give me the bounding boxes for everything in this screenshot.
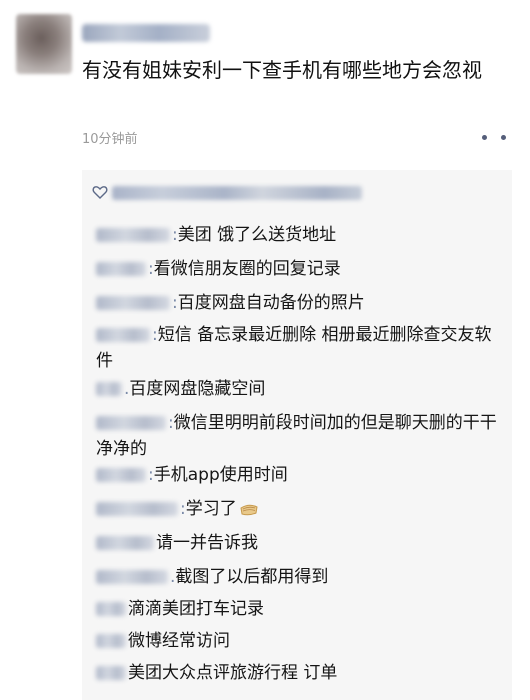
- commenter-name-blurred[interactable]: [96, 468, 146, 482]
- comment-text: 微博经常访问: [128, 631, 230, 651]
- comment-item[interactable]: 美团大众点评旅游行程 订单: [96, 660, 506, 686]
- commenter-name-blurred[interactable]: [96, 296, 170, 310]
- comment-item[interactable]: :短信 备忘录最近删除 相册最近删除查交友软件: [96, 322, 506, 374]
- commenter-name-blurred[interactable]: [96, 602, 126, 616]
- post-time: 10分钟前: [82, 132, 138, 147]
- commenter-name-blurred[interactable]: [96, 666, 126, 680]
- liker-names-blurred[interactable]: [112, 186, 362, 200]
- comment-text: 请一并告诉我: [156, 533, 258, 553]
- comment-text: 学习了: [185, 499, 237, 519]
- commenter-name-blurred[interactable]: [96, 634, 126, 648]
- comment-text: 美团 饿了么送货地址: [177, 225, 337, 245]
- comment-text: 截图了以后都用得到: [175, 567, 329, 587]
- comment-text: 手机app使用时间: [153, 465, 288, 485]
- comment-item[interactable]: .百度网盘隐藏空间: [96, 376, 506, 402]
- commenter-name-blurred[interactable]: [96, 382, 122, 396]
- commenter-name-blurred[interactable]: [96, 536, 154, 550]
- comment-text: 美团大众点评旅游行程 订单: [128, 663, 338, 683]
- comment-text: 看微信朋友圈的回复记录: [153, 259, 341, 279]
- heart-icon[interactable]: [92, 184, 108, 200]
- note-emoji-icon: [240, 504, 258, 516]
- comment-text: 百度网盘自动备份的照片: [177, 293, 365, 313]
- comment-item[interactable]: :百度网盘自动备份的照片: [96, 290, 506, 316]
- comment-item[interactable]: :学习了: [96, 496, 506, 522]
- comment-item[interactable]: :看微信朋友圈的回复记录: [96, 256, 506, 282]
- comment-item[interactable]: :微信里明明前段时间加的但是聊天删的干干净净的: [96, 410, 506, 462]
- commenter-name-blurred[interactable]: [96, 570, 168, 584]
- comment-item[interactable]: :手机app使用时间: [96, 462, 506, 488]
- username-blurred[interactable]: [82, 24, 210, 42]
- post-text: 有没有姐妹安利一下查手机有哪些地方会忽视: [82, 58, 482, 82]
- comment-item[interactable]: .截图了以后都用得到: [96, 564, 506, 590]
- commenter-name-blurred[interactable]: [96, 502, 178, 516]
- comment-item[interactable]: 滴滴美团打车记录: [96, 596, 506, 622]
- comment-item[interactable]: 微博经常访问: [96, 628, 506, 654]
- commenter-name-blurred[interactable]: [96, 262, 146, 276]
- comment-text: 滴滴美团打车记录: [128, 599, 264, 619]
- moments-post: 有没有姐妹安利一下查手机有哪些地方会忽视 10分钟前 :美团 饿了么送货地址 :…: [0, 0, 530, 700]
- commenter-name-blurred[interactable]: [96, 416, 166, 430]
- comment-text: 百度网盘隐藏空间: [129, 379, 266, 399]
- commenter-name-blurred[interactable]: [96, 328, 150, 342]
- more-dots-icon[interactable]: [482, 130, 506, 144]
- commenter-name-blurred[interactable]: [96, 228, 170, 242]
- comment-item[interactable]: :美团 饿了么送货地址: [96, 222, 506, 248]
- avatar[interactable]: [16, 14, 72, 74]
- comments-panel: :美团 饿了么送货地址 :看微信朋友圈的回复记录 :百度网盘自动备份的照片 :短…: [82, 170, 512, 700]
- comment-item[interactable]: 请一并告诉我: [96, 530, 506, 556]
